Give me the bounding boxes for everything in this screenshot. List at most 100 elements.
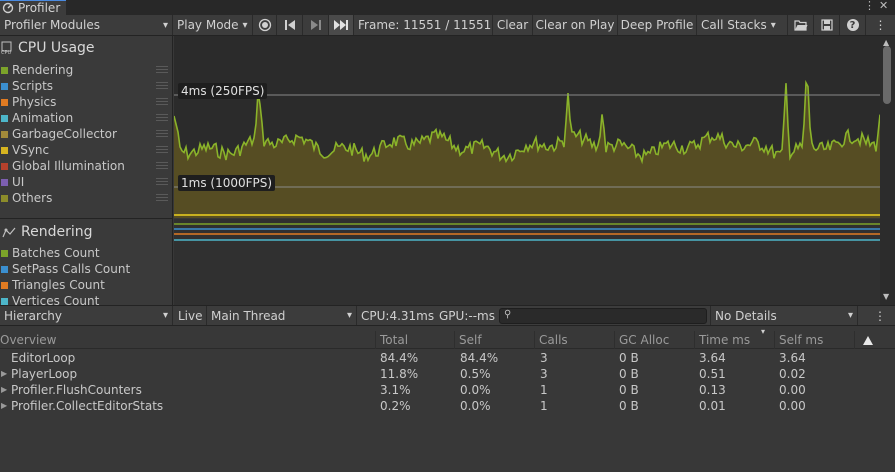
expand-arrow-icon[interactable]: ▶	[1, 398, 7, 414]
cpu-legend-item[interactable]: UI	[0, 174, 173, 190]
clear-label: Clear	[496, 18, 529, 32]
cpu-legend-label: Physics	[12, 95, 57, 109]
save-button[interactable]	[814, 15, 840, 35]
cpu-legend-item[interactable]: Global Illumination	[0, 158, 173, 174]
rendering-legend-swatch[interactable]	[1, 249, 8, 257]
scroll-up-icon[interactable]: ▲	[883, 38, 889, 47]
cpu-legend-item[interactable]: VSync	[0, 142, 173, 158]
expand-arrow-icon[interactable]: ▶	[1, 366, 7, 382]
cpu-legend-swatch[interactable]	[1, 114, 8, 122]
row-name: EditorLoop	[11, 351, 76, 365]
column-self[interactable]: Self	[454, 331, 534, 349]
record-button[interactable]	[253, 15, 277, 35]
rendering-module-header[interactable]: Rendering	[2, 224, 93, 240]
profiler-modules-dropdown[interactable]: Profiler Modules	[0, 15, 173, 35]
column-self-label: Self	[459, 333, 482, 347]
previous-frame-button[interactable]	[277, 15, 303, 35]
drag-handle-icon[interactable]	[156, 114, 168, 121]
cpu-legend-item[interactable]: Scripts	[0, 78, 173, 94]
next-frame-icon	[310, 20, 321, 30]
row-time: 0.13	[699, 383, 726, 397]
column-gc-alloc[interactable]: GC Alloc	[614, 331, 694, 349]
cpu-legend-label: Scripts	[12, 79, 54, 93]
drag-handle-icon[interactable]	[156, 98, 168, 105]
drag-handle-icon[interactable]	[156, 146, 168, 153]
drag-handle-icon[interactable]	[156, 66, 168, 73]
sort-descending-icon: ▾	[761, 327, 766, 336]
clear-button[interactable]: Clear	[493, 15, 533, 35]
cpu-legend-swatch[interactable]	[1, 98, 8, 106]
drag-handle-icon[interactable]	[156, 130, 168, 137]
toolbar-menu-button[interactable]: ⋮	[866, 15, 895, 35]
cpu-legend-swatch[interactable]	[1, 194, 8, 202]
drag-handle-icon[interactable]	[156, 82, 168, 89]
drag-handle-icon[interactable]	[156, 162, 168, 169]
call-stacks-dropdown[interactable]: Call Stacks	[697, 15, 788, 35]
column-calls[interactable]: Calls	[534, 331, 614, 349]
drag-handle-icon[interactable]	[156, 194, 168, 201]
scroll-down-icon[interactable]: ▼	[883, 292, 889, 301]
cpu-legend-swatch[interactable]	[1, 162, 8, 170]
live-toggle[interactable]: Live	[174, 306, 207, 325]
profiler-tab[interactable]: Profiler	[0, 0, 66, 15]
rendering-legend-swatch[interactable]	[1, 281, 8, 289]
clear-on-play-label: Clear on Play	[535, 18, 615, 32]
marker-label-1ms: 1ms (1000FPS)	[178, 175, 276, 191]
cpu-legend-item[interactable]: GarbageCollector	[0, 126, 173, 142]
column-self-ms[interactable]: Self ms	[774, 331, 854, 349]
rendering-legend-item[interactable]: Batches Count	[0, 245, 173, 261]
thread-dropdown[interactable]: Main Thread	[207, 306, 357, 325]
column-warnings[interactable]	[854, 331, 880, 349]
search-field[interactable]: ⚲	[499, 308, 707, 324]
table-row[interactable]: ▶ PlayerLoop 11.8% 0.5% 3 0 B 0.51 0.02	[0, 366, 880, 382]
profiler-toolbar: Profiler Modules Play Mode Frame: 11551 …	[0, 15, 895, 36]
cpu-legend-item[interactable]: Physics	[0, 94, 173, 110]
row-self: 0.0%	[460, 399, 491, 413]
cpu-module-title: CPU Usage	[18, 40, 95, 56]
view-type-dropdown[interactable]: Hierarchy	[0, 306, 173, 325]
column-time-ms[interactable]: Time ms ▾	[694, 327, 774, 349]
table-row[interactable]: ▶ Profiler.FlushCounters 3.1% 0.0% 1 0 B 0.13 0…	[0, 382, 880, 398]
cpu-legend-item[interactable]: Others	[0, 190, 173, 206]
row-total: 3.1%	[380, 383, 411, 397]
cpu-legend-item[interactable]: Animation	[0, 110, 173, 126]
drag-handle-icon[interactable]	[156, 178, 168, 185]
cpu-legend-swatch[interactable]	[1, 130, 8, 138]
close-icon[interactable]: ✕	[879, 0, 888, 12]
column-overview[interactable]: Overview	[0, 331, 375, 349]
column-self-ms-label: Self ms	[779, 333, 824, 347]
cpu-legend-swatch[interactable]	[1, 66, 8, 74]
profiler-icon	[2, 2, 14, 13]
search-input[interactable]	[516, 310, 702, 322]
load-button[interactable]	[788, 15, 814, 35]
row-self: 84.4%	[460, 351, 499, 365]
cpu-legend-swatch[interactable]	[1, 178, 8, 186]
rendering-legend-swatch[interactable]	[1, 265, 8, 273]
window-menu-icon[interactable]: ⋮	[864, 0, 875, 12]
current-frame-button[interactable]	[329, 15, 354, 35]
expand-arrow-icon[interactable]: ▶	[1, 382, 7, 398]
row-selfms: 0.00	[779, 399, 806, 413]
details-dropdown[interactable]: No Details	[710, 306, 858, 325]
rendering-legend-item[interactable]: SetPass Calls Count	[0, 261, 173, 277]
cpu-legend-swatch[interactable]	[1, 82, 8, 90]
details-menu-button[interactable]: ⋮	[870, 306, 890, 325]
module-sidebar: CPU CPU Usage Rendering Scripts Physics Ani…	[0, 36, 173, 308]
help-button[interactable]: ?	[840, 15, 866, 35]
table-row[interactable]: ▶ Profiler.CollectEditorStats 0.2% 0.0% 1 0 B…	[0, 398, 880, 414]
table-row[interactable]: EditorLoop 84.4% 84.4% 3 0 B 3.64 3.64	[0, 350, 880, 366]
next-frame-button[interactable]	[303, 15, 329, 35]
cpu-usage-chart[interactable]: 4ms (250FPS) 1ms (1000FPS)	[173, 36, 881, 218]
cpu-legend-swatch[interactable]	[1, 146, 8, 154]
rendering-legend-swatch[interactable]	[1, 297, 8, 305]
clear-on-play-button[interactable]: Clear on Play	[533, 15, 618, 35]
modules-scroll-thumb[interactable]	[883, 46, 891, 104]
deep-profile-button[interactable]: Deep Profile	[618, 15, 697, 35]
toolbar-menu-icon: ⋮	[874, 18, 887, 32]
rendering-legend-item[interactable]: Triangles Count	[0, 277, 173, 293]
play-mode-dropdown[interactable]: Play Mode	[173, 15, 253, 35]
rendering-chart[interactable]	[174, 219, 880, 305]
cpu-legend-item[interactable]: Rendering	[0, 62, 173, 78]
column-total[interactable]: Total	[375, 331, 454, 349]
cpu-module-header[interactable]: CPU CPU Usage	[0, 40, 95, 56]
